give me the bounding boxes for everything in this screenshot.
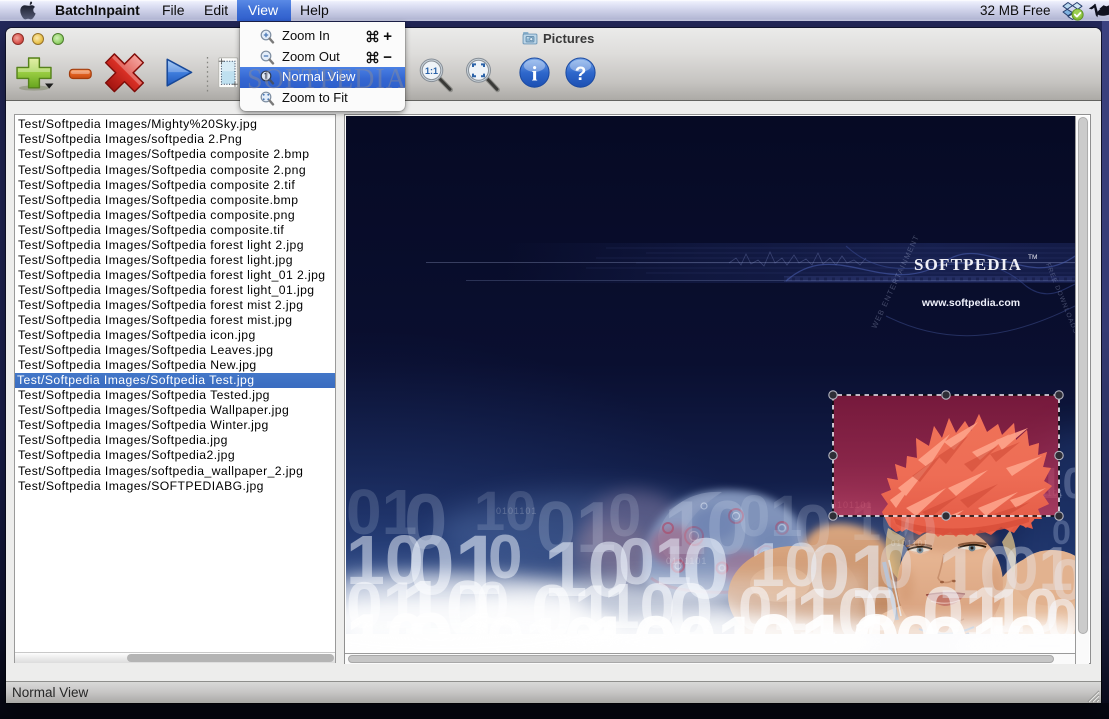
svg-text:SOFTPEDIA: SOFTPEDIA: [914, 255, 1022, 274]
svg-text:i: i: [532, 62, 538, 86]
svg-text:0101101: 0101101: [891, 539, 929, 548]
svg-text:www.softpedia.com: www.softpedia.com: [921, 297, 1020, 309]
svg-text:0101101: 0101101: [496, 506, 537, 516]
svg-text:?: ?: [575, 64, 587, 85]
svg-text:TM: TM: [1028, 254, 1037, 261]
svg-text:1:1: 1:1: [425, 66, 438, 76]
svg-text:0101101: 0101101: [666, 556, 707, 566]
